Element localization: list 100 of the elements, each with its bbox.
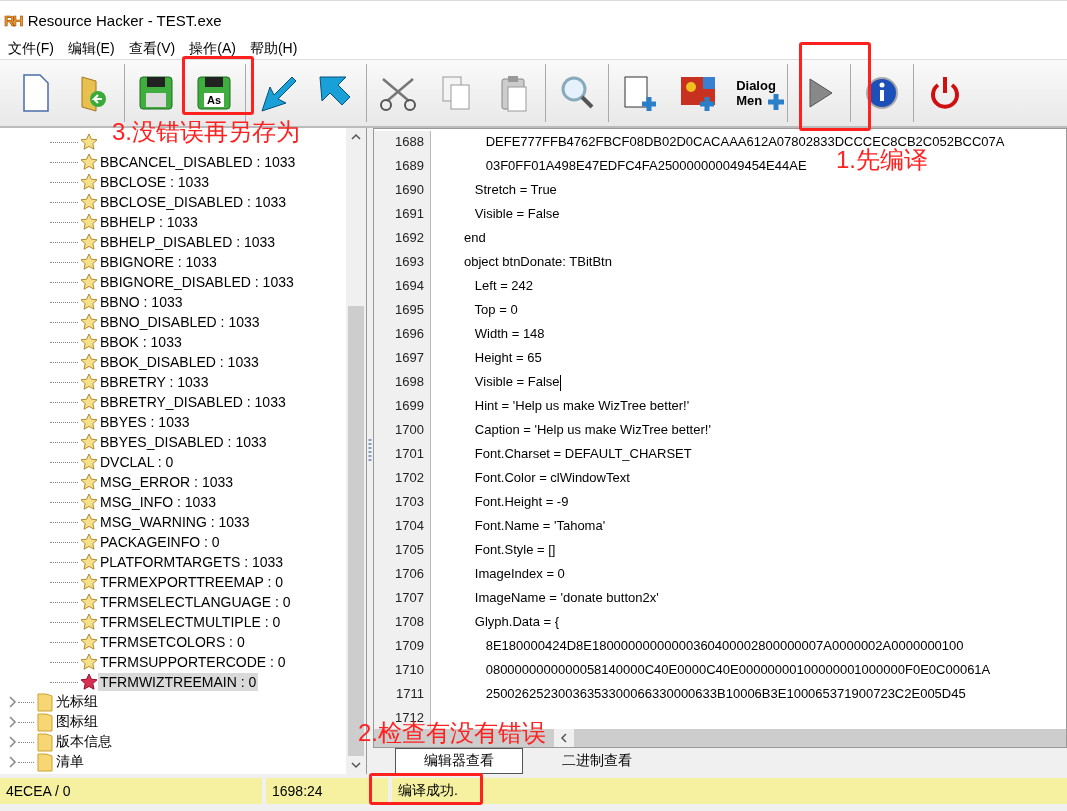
menu-item[interactable]: 查看(V) — [122, 39, 182, 59]
view-tab[interactable]: 编辑器查看 — [395, 748, 523, 774]
chevron-right-icon[interactable] — [8, 756, 18, 768]
tree-item[interactable]: BBHELP_DISABLED : 1033 — [98, 233, 278, 251]
tree-item[interactable]: 图标组 — [54, 712, 100, 732]
code-line: Font.Color = clWindowText — [473, 469, 630, 487]
code-line: Height = 65 — [473, 349, 542, 367]
tree-item[interactable]: TFRMSELECTMULTIPLE : 0 — [98, 613, 283, 631]
save-as-label: As — [204, 93, 224, 107]
line-number: 1707 — [374, 587, 431, 611]
annotation-text: 3.没错误再另存为 — [112, 120, 300, 144]
plus-icon[interactable] — [767, 93, 785, 111]
line-number: 1690 — [374, 179, 431, 203]
tree-item[interactable]: BBOK_DISABLED : 1033 — [98, 353, 261, 371]
tree-item[interactable]: TFRMWIZTREEMAIN : 0 — [98, 673, 259, 691]
line-number: 1698 — [374, 371, 431, 395]
tree-item[interactable]: BBOK : 1033 — [98, 333, 184, 351]
tree-item[interactable]: BBCLOSE : 1033 — [98, 173, 211, 191]
chevron-right-icon[interactable] — [8, 696, 18, 708]
tree-item[interactable]: 清单 — [54, 752, 86, 772]
code-line: Font.Style = [] — [473, 541, 556, 559]
tree-item[interactable]: TFRMEXPORTTREEMAP : 0 — [98, 573, 286, 591]
code-line: Stretch = True — [473, 181, 557, 199]
code-line: Font.Charset = DEFAULT_CHARSET — [473, 445, 692, 463]
folder-icon — [36, 712, 54, 732]
line-number: 1706 — [374, 563, 431, 587]
code-line: Font.Name = 'Tahoma' — [473, 517, 606, 535]
annotation-text: 1.先编译 — [836, 148, 928, 172]
folder-icon — [36, 752, 54, 772]
code-line: end — [463, 229, 486, 247]
line-number: 1695 — [374, 299, 431, 323]
line-number: 1697 — [374, 347, 431, 371]
line-number: 1701 — [374, 443, 431, 467]
code-line: DEFE777FFB4762FBCF08DB02D0CACAAA612A07802833DCCCEC8CB2C052BCC07A — [484, 133, 1005, 149]
tree-item[interactable]: BBRETRY : 1033 — [98, 373, 211, 391]
line-number: 1708 — [374, 611, 431, 635]
line-number: 1711 — [374, 683, 431, 707]
tree-item[interactable]: MSG_INFO : 1033 — [98, 493, 218, 511]
tree-item[interactable]: BBNO : 1033 — [98, 293, 185, 311]
tree-item[interactable]: BBIGNORE_DISABLED : 1033 — [98, 273, 296, 291]
tree-item[interactable]: BBHELP : 1033 — [98, 213, 200, 231]
code-line: Left = 242 — [473, 277, 534, 295]
menu-item[interactable]: 操作(A) — [183, 39, 242, 59]
line-number: 1694 — [374, 275, 431, 299]
tree-item[interactable]: TFRMSUPPORTERCODE : 0 — [98, 653, 288, 671]
tree-item[interactable]: PACKAGEINFO : 0 — [98, 533, 222, 551]
chevron-right-icon[interactable] — [8, 716, 18, 728]
menu-item[interactable]: 帮助(H) — [243, 39, 304, 59]
folder-icon — [36, 692, 54, 712]
dialog-label: Men — [736, 93, 763, 108]
window-title: Resource Hacker - TEST.exe — [27, 11, 222, 29]
code-line: object btnDonate: TBitBtn — [463, 253, 612, 271]
view-tab[interactable]: 二进制查看 — [533, 748, 661, 774]
line-number: 1703 — [374, 491, 431, 515]
tree-item[interactable]: PLATFORMTARGETS : 1033 — [98, 553, 286, 571]
line-number: 1699 — [374, 395, 431, 419]
code-line: 25002625230036353300066330000633B10006B3E100065371900723C2E005D45 — [484, 685, 966, 703]
tree-item[interactable]: BBYES : 1033 — [98, 413, 192, 431]
status-field: 1698:24 — [266, 778, 388, 804]
line-number: 1688 — [374, 131, 431, 155]
tree-item[interactable]: MSG_ERROR : 1033 — [98, 473, 236, 491]
tree-item[interactable]: MSG_WARNING : 1033 — [98, 513, 252, 531]
code-line: ImageName = 'donate button2x' — [473, 589, 659, 607]
app-logo: RH — [4, 11, 22, 29]
tree-item[interactable]: BBNO_DISABLED : 1033 — [98, 313, 262, 331]
tree-item[interactable]: BBCANCEL_DISABLED : 1033 — [98, 153, 298, 171]
status-field: 4ECEA / 0 — [0, 778, 262, 804]
line-number: 1693 — [374, 251, 431, 275]
code-line: Glyph.Data = { — [473, 613, 560, 631]
splitter-grip-icon[interactable] — [368, 439, 372, 463]
tree-item[interactable]: BBRETRY_DISABLED : 1033 — [98, 393, 288, 411]
scroll-left-icon[interactable] — [554, 729, 574, 747]
line-number: 1689 — [374, 155, 431, 179]
code-line: 0800000000000058140000C40E0000C40E00000000100000001000000F0E0C00061A — [484, 661, 991, 679]
tree-item[interactable]: BBCLOSE_DISABLED : 1033 — [98, 193, 288, 211]
status-field: 编译成功. — [392, 778, 1067, 804]
tree-item[interactable]: 版本信息 — [54, 732, 114, 752]
tree-item[interactable]: 光标组 — [54, 692, 100, 712]
menu-item[interactable]: 编辑(E) — [61, 39, 121, 59]
code-line: Top = 0 — [473, 301, 518, 319]
code-line: Hint = 'Help us make WizTree better!' — [473, 397, 690, 415]
line-number: 1691 — [374, 203, 431, 227]
code-line: 8E180000424D8E18000000000000360400002800000007A0000002A0000000100 — [484, 637, 964, 655]
tree-item[interactable]: BBYES_DISABLED : 1033 — [98, 433, 269, 451]
dialog-label: Dialog — [736, 78, 776, 93]
code-line: ImageIndex = 0 — [473, 565, 565, 583]
code-line: Font.Height = -9 — [473, 493, 569, 511]
line-number: 1704 — [374, 515, 431, 539]
line-number: 1696 — [374, 323, 431, 347]
tree-item[interactable]: TFRMSETCOLORS : 0 — [98, 633, 247, 651]
highlight-frame — [182, 56, 254, 115]
tree-item[interactable]: BBIGNORE : 1033 — [98, 253, 219, 271]
menu-item[interactable]: 文件(F) — [2, 39, 60, 59]
folder-icon — [36, 732, 54, 752]
line-number: 1705 — [374, 539, 431, 563]
tree-item[interactable]: DVCLAL : 0 — [98, 453, 176, 471]
tree-item[interactable]: TFRMSELECTLANGUAGE : 0 — [98, 593, 293, 611]
line-number: 1710 — [374, 659, 431, 683]
code-line: Width = 148 — [473, 325, 545, 343]
chevron-right-icon[interactable] — [8, 736, 18, 748]
